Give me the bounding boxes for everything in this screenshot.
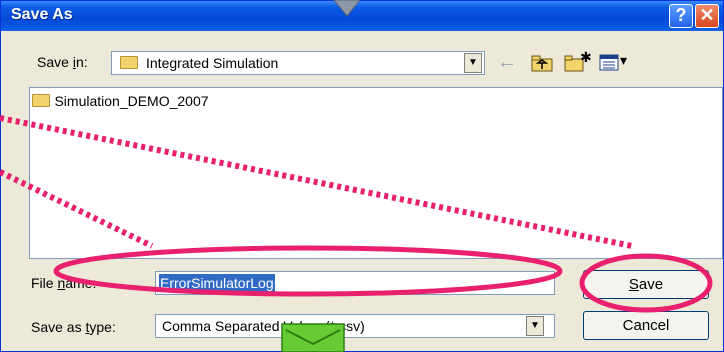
- save-as-type-value: Comma Separated Values(*.csv): [162, 318, 365, 334]
- svg-text:✱: ✱: [580, 50, 591, 66]
- cancel-button[interactable]: Cancel: [583, 311, 709, 340]
- save-in-label: Save in:: [37, 54, 88, 70]
- file-name-value: ErrorSimulatorLog: [159, 274, 275, 292]
- save-as-type-label: Save as type:: [31, 319, 116, 335]
- save-as-type-dropdown-arrow[interactable]: ▼: [526, 316, 544, 336]
- close-button[interactable]: ✕: [695, 4, 719, 28]
- up-one-level-icon[interactable]: [531, 54, 553, 72]
- new-folder-glyph: ✱: [564, 50, 592, 72]
- file-name-input[interactable]: ErrorSimulatorLog: [155, 271, 555, 295]
- file-list[interactable]: Simulation_DEMO_2007: [29, 87, 723, 259]
- dialog-title: Save As: [11, 6, 73, 23]
- save-as-type-combobox[interactable]: Comma Separated Values(*.csv) ▼: [155, 314, 555, 338]
- save-button-underlined-letter: S: [628, 276, 639, 293]
- folder-icon: [120, 56, 138, 69]
- folder-icon: [32, 94, 50, 108]
- title-bar[interactable]: Save As ? ✕: [1, 1, 723, 31]
- view-menu-icon[interactable]: ▾: [599, 52, 633, 73]
- view-menu-caret: ▾: [620, 52, 628, 68]
- up-one-level-glyph: [531, 55, 553, 72]
- save-button[interactable]: Save: [583, 270, 709, 299]
- new-folder-icon[interactable]: ✱: [563, 50, 592, 74]
- file-name-text: Simulation_DEMO_2007: [54, 93, 209, 109]
- save-in-value: Integrated Simulation: [146, 55, 279, 71]
- file-name-label: File name:: [31, 275, 97, 291]
- save-button-label: ave: [638, 276, 664, 293]
- save-in-combobox[interactable]: Integrated Simulation ▼: [111, 51, 485, 75]
- save-as-dialog: Save As ? ✕ Save in: Integrated Simulati…: [0, 0, 724, 352]
- save-in-dropdown-arrow[interactable]: ▼: [464, 53, 482, 73]
- view-menu-glyph: [599, 54, 619, 71]
- help-button[interactable]: ?: [669, 4, 693, 28]
- back-arrow-icon[interactable]: ←: [495, 51, 519, 75]
- list-item[interactable]: Simulation_DEMO_2007: [32, 93, 209, 111]
